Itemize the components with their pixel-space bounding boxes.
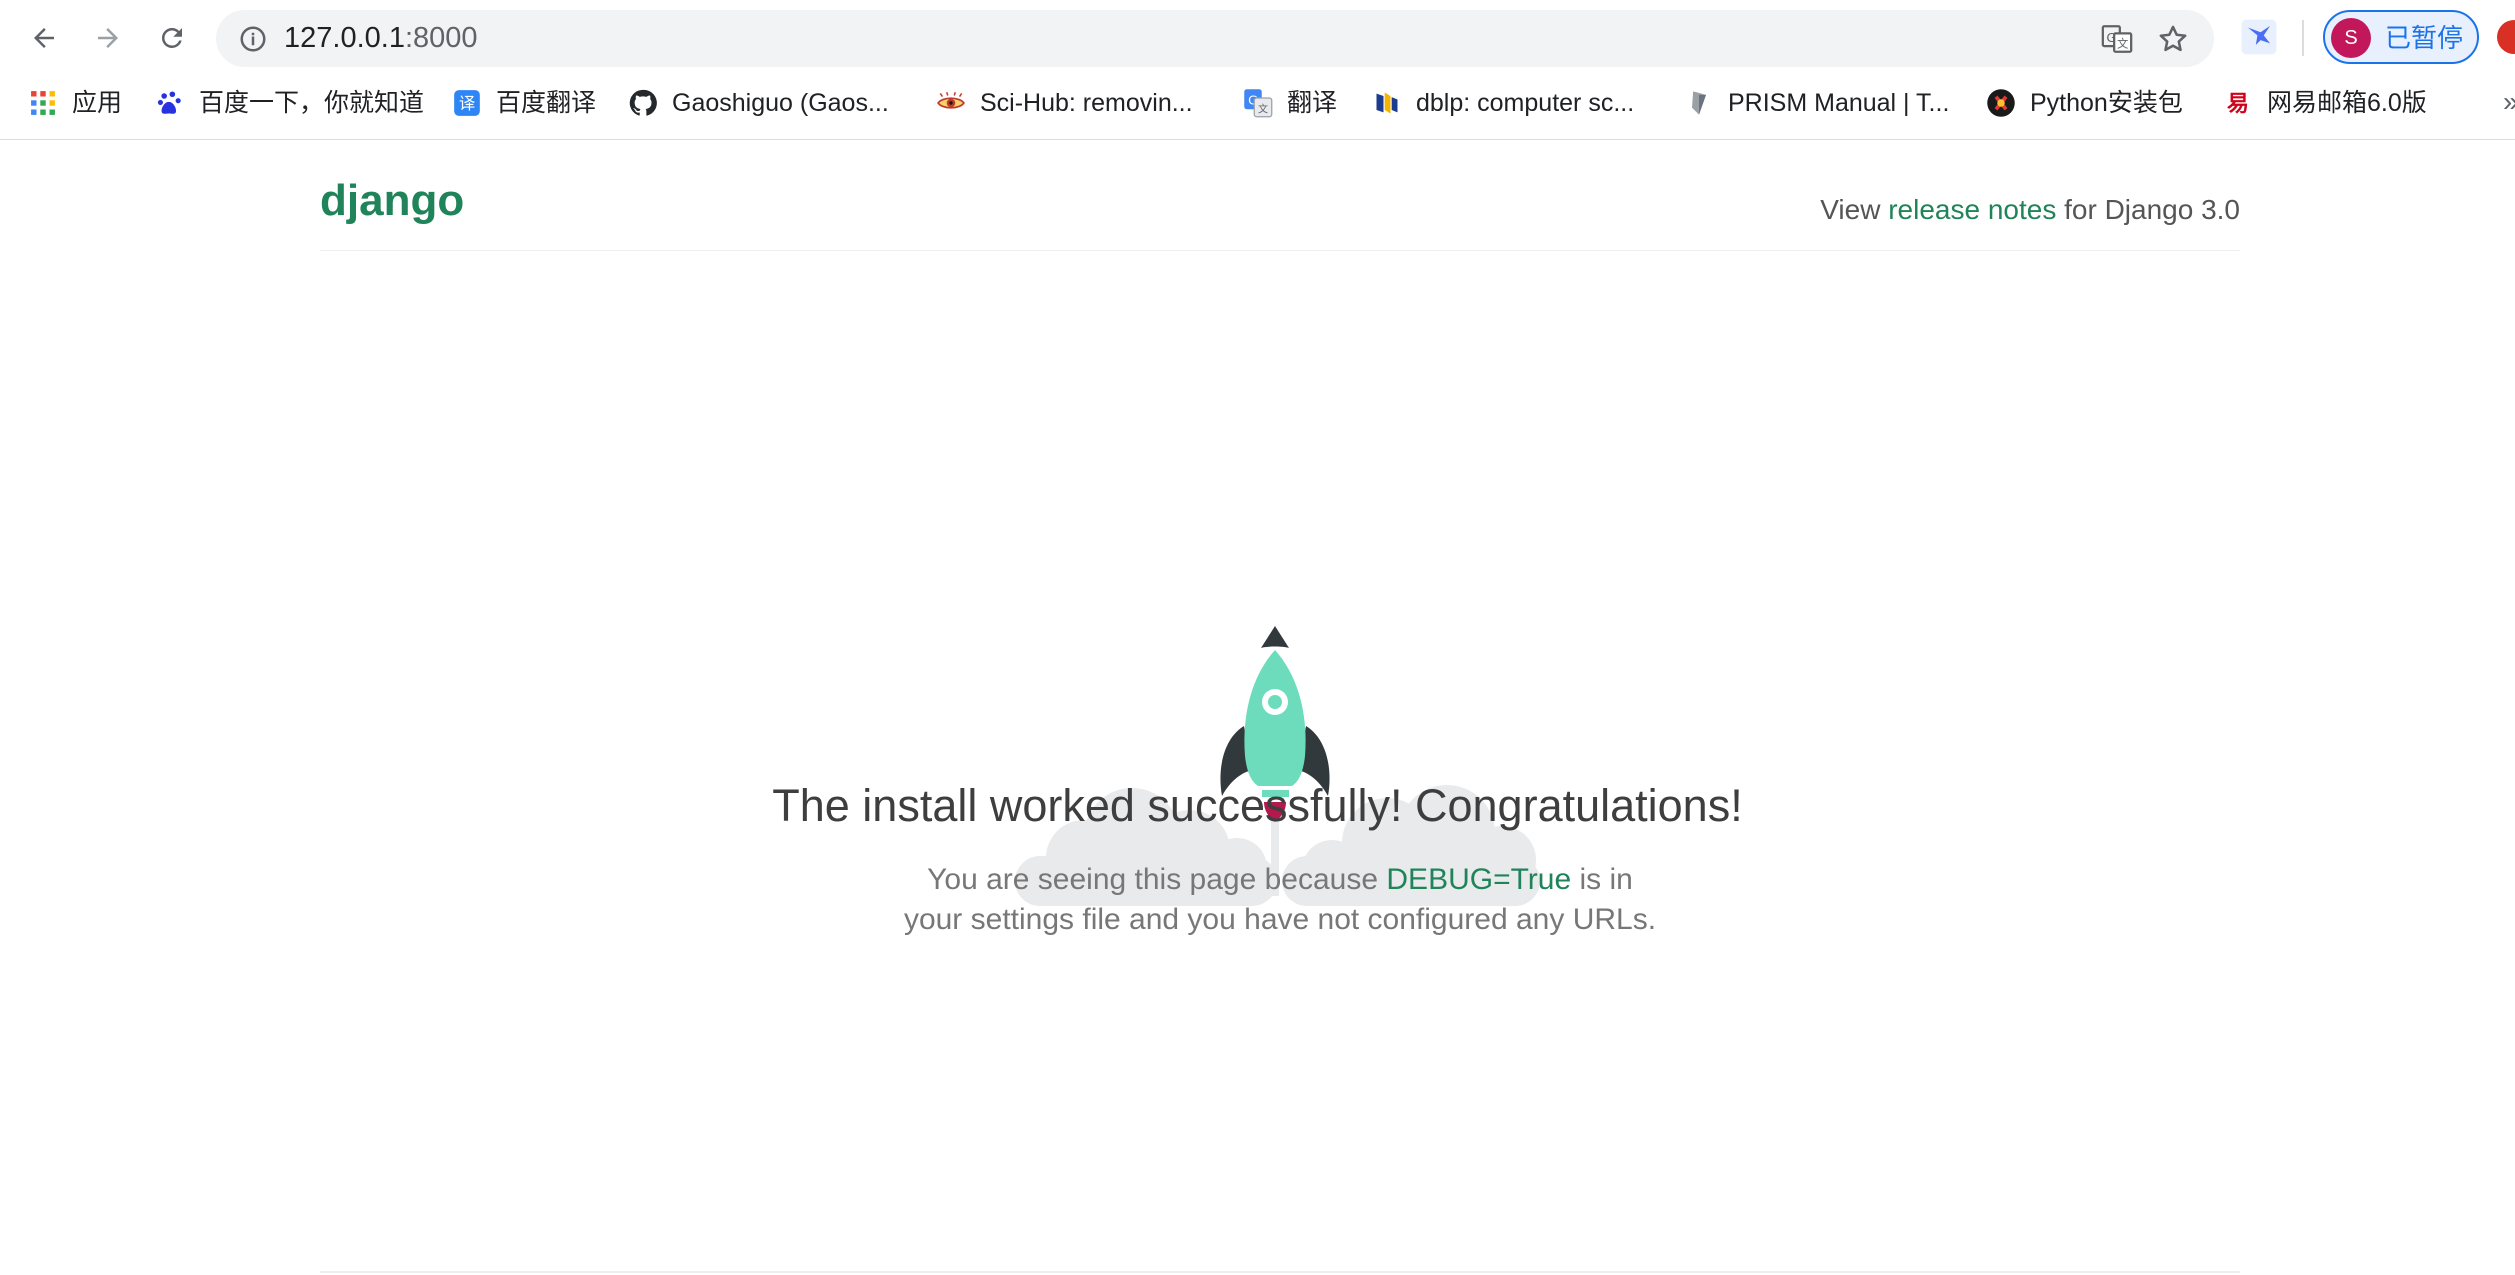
- success-description: You are seeing this page because DEBUG=T…: [900, 860, 1660, 940]
- translate-page-icon[interactable]: G文: [2100, 22, 2134, 56]
- rocket-illustration: [1012, 478, 1542, 908]
- footer-divider: [320, 1271, 2240, 1273]
- rocket-body: [1244, 650, 1306, 786]
- bookmark-apps[interactable]: 应用: [28, 80, 122, 126]
- bookmark-label: 网易邮箱6.0版: [2267, 89, 2427, 117]
- bookmark-label: Python安装包: [2030, 89, 2183, 117]
- profile-button[interactable]: S 已暂停: [2323, 10, 2479, 64]
- info-icon[interactable]: [238, 24, 268, 54]
- success-headline: The install worked successfully! Congrat…: [772, 780, 1743, 831]
- github-icon: [628, 88, 658, 118]
- dblp-icon: [1372, 88, 1402, 118]
- google-translate-icon: G文: [1243, 88, 1273, 118]
- bookmarks-overflow-icon[interactable]: »: [2503, 86, 2515, 118]
- bookmark-dblp[interactable]: dblp: computer sc...: [1372, 80, 1634, 126]
- apps-grid-icon: [28, 88, 58, 118]
- bookmark-github[interactable]: Gaoshiguo (Gaos...: [628, 80, 889, 126]
- arrow-right-icon: [98, 28, 118, 48]
- netease-mail-icon: 易: [2223, 88, 2253, 118]
- bookmark-netease[interactable]: 易 网易邮箱6.0版: [2223, 80, 2427, 126]
- release-prefix: View: [1820, 194, 1889, 225]
- svg-text:译: 译: [459, 94, 475, 113]
- avatar: S: [2331, 18, 2371, 58]
- extension-bird-icon[interactable]: [2240, 18, 2278, 56]
- release-notes-text: View release notes for Django 3.0: [1820, 194, 2240, 226]
- debug-setting: DEBUG=True: [1386, 863, 1572, 896]
- bookmark-prism[interactable]: PRISM Manual | T...: [1684, 80, 1949, 126]
- prism-icon: [1684, 88, 1714, 118]
- baidu-translate-icon: 译: [452, 88, 482, 118]
- browser-chrome: 127.0.0.1:8000 G文 S 已暂停 应用 百度一下，你就知道 译 百…: [0, 0, 2515, 140]
- bookmark-label: 翻译: [1287, 89, 1338, 117]
- scihub-eye-icon: [936, 88, 966, 118]
- page-content: django View release notes for Django 3.0: [0, 140, 2515, 1275]
- rocket-window-inner: [1268, 695, 1282, 709]
- bookmarks-bar: 应用 百度一下，你就知道 译 百度翻译 Gaoshiguo (Gaos... S…: [0, 80, 2515, 126]
- arrow-left-icon: [34, 28, 54, 48]
- svg-text:文: 文: [2117, 37, 2128, 51]
- release-suffix: for Django 3.0: [2056, 194, 2240, 225]
- address-bar[interactable]: 127.0.0.1:8000 G文: [216, 10, 2214, 67]
- bookmark-scihub[interactable]: Sci-Hub: removin...: [936, 80, 1193, 126]
- profile-status: 已暂停: [2385, 23, 2464, 53]
- toolbar-divider: [2302, 20, 2304, 56]
- browser-toolbar: 127.0.0.1:8000 G文 S 已暂停: [0, 0, 2515, 75]
- reload-icon: [161, 27, 182, 48]
- baidu-paw-icon: [155, 88, 185, 118]
- url-port: :8000: [404, 22, 478, 54]
- url-host: 127.0.0.1: [284, 22, 405, 54]
- description-prefix: You are seeing this page because: [927, 863, 1387, 896]
- bookmark-label: Gaoshiguo (Gaos...: [672, 89, 889, 117]
- rocket-nose: [1261, 626, 1289, 648]
- back-button[interactable]: [22, 16, 66, 60]
- url-text[interactable]: 127.0.0.1:8000: [284, 21, 478, 55]
- bookmark-label: Sci-Hub: removin...: [980, 89, 1193, 117]
- bookmark-star-icon[interactable]: [2156, 22, 2190, 56]
- django-logo[interactable]: django: [320, 176, 464, 226]
- bookmark-google-translate[interactable]: G文 翻译: [1243, 80, 1337, 126]
- bookmark-label: 应用: [72, 89, 123, 117]
- release-notes-link[interactable]: release notes: [1888, 194, 2056, 225]
- reload-button[interactable]: [150, 16, 194, 60]
- forward-button[interactable]: [86, 16, 130, 60]
- bookmark-baidu[interactable]: 百度一下，你就知道: [155, 80, 424, 126]
- bookmark-label: dblp: computer sc...: [1416, 89, 1635, 117]
- bookmark-label: 百度翻译: [496, 89, 597, 117]
- update-badge-icon[interactable]: [2497, 20, 2515, 54]
- bookmark-python[interactable]: Python安装包: [1986, 80, 2183, 126]
- page-header: django View release notes for Django 3.0: [320, 140, 2240, 251]
- python-red-icon: [1986, 88, 2016, 118]
- bookmark-label: PRISM Manual | T...: [1728, 89, 1950, 117]
- svg-text:文: 文: [1258, 102, 1268, 115]
- bookmark-label: 百度一下，你就知道: [199, 89, 425, 117]
- svg-text:易: 易: [2227, 91, 2249, 117]
- bookmark-baidu-translate[interactable]: 译 百度翻译: [452, 80, 596, 126]
